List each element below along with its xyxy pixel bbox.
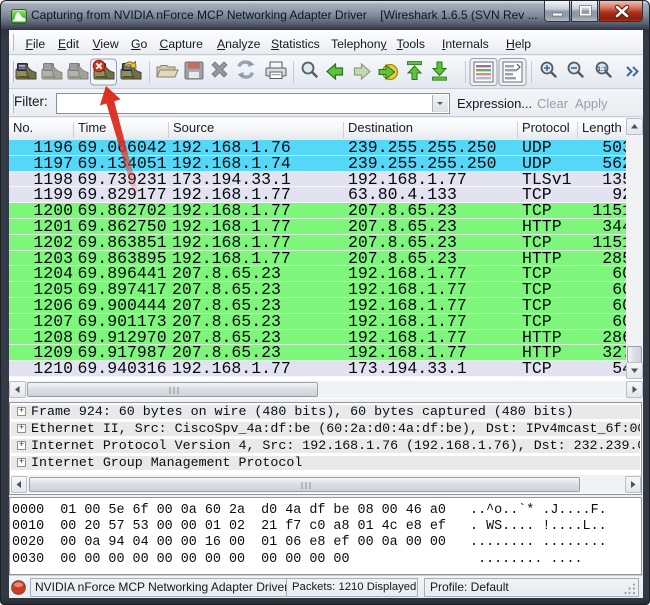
svg-text:1:1: 1:1 xyxy=(597,66,607,73)
